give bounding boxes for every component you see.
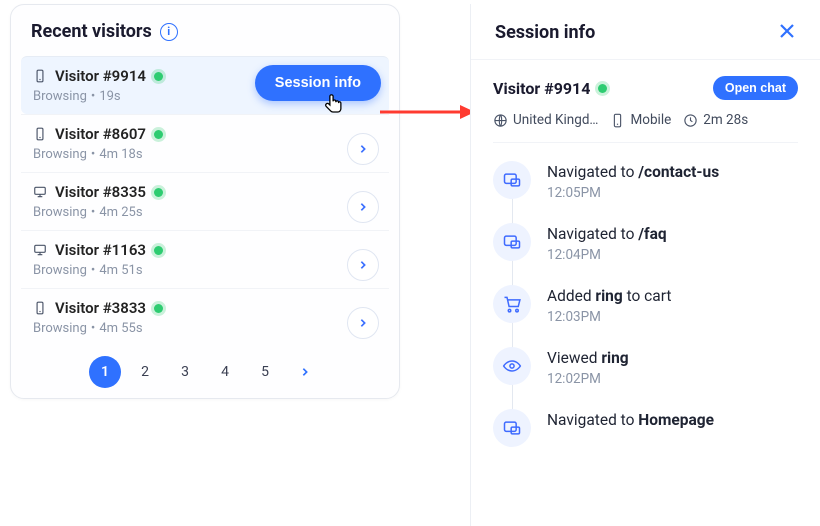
navigate-icon <box>493 161 531 199</box>
visitor-row[interactable]: Visitor #3833 Browsing•4m 55s <box>21 288 389 346</box>
mobile-icon <box>610 113 625 128</box>
online-dot-icon <box>154 72 163 81</box>
session-info-header: Session info <box>471 4 820 60</box>
timeline-item: Navigated to /contact-us 12:05PM <box>493 161 798 201</box>
timeline-time: 12:04PM <box>547 247 667 263</box>
timeline-title: Viewed ring <box>547 349 629 367</box>
meta-duration: 2m 28s <box>683 112 748 128</box>
visitor-subtext: Browsing•4m 18s <box>33 147 379 162</box>
recent-visitors-title: Recent visitors <box>31 21 152 42</box>
online-dot-icon <box>154 246 163 255</box>
page-1[interactable]: 1 <box>89 356 121 388</box>
timeline-title: Added ring to cart <box>547 287 671 305</box>
visitor-row[interactable]: Visitor #1163 Browsing•4m 51s <box>21 230 389 288</box>
timeline-item: Navigated to Homepage <box>493 409 798 447</box>
clock-icon <box>683 113 698 128</box>
desktop-icon <box>33 185 47 199</box>
expand-visitor-button[interactable] <box>347 307 379 339</box>
visitors-list: Visitor #9914 Browsing•19s Session info … <box>11 56 399 346</box>
desktop-icon <box>33 243 47 257</box>
timeline-title: Navigated to /contact-us <box>547 163 719 181</box>
navigate-icon <box>493 223 531 261</box>
visitor-subtext: Browsing•4m 51s <box>33 263 379 278</box>
page-2[interactable]: 2 <box>129 356 161 388</box>
visitor-subtext: Browsing•4m 55s <box>33 321 379 336</box>
timeline-time: 12:05PM <box>547 185 719 201</box>
session-visitor-name: Visitor #9914 <box>493 79 607 98</box>
page-next[interactable] <box>289 356 321 388</box>
eye-icon <box>493 347 531 385</box>
expand-visitor-button[interactable] <box>347 249 379 281</box>
visitor-name: Visitor #9914 <box>55 67 146 85</box>
cart-icon <box>493 285 531 323</box>
online-dot-icon <box>154 130 163 139</box>
online-dot-icon <box>154 304 163 313</box>
mobile-icon <box>33 127 47 141</box>
recent-visitors-card: Recent visitors i Visitor #9914 Browsing… <box>10 4 400 399</box>
globe-icon <box>493 113 508 128</box>
meta-location: United Kingd… <box>493 112 598 128</box>
meta-device: Mobile <box>610 112 671 128</box>
timeline-title: Navigated to Homepage <box>547 411 714 429</box>
info-icon[interactable]: i <box>160 23 178 41</box>
mobile-icon <box>33 69 47 83</box>
expand-visitor-button[interactable] <box>347 133 379 165</box>
visitor-subtext: Browsing•4m 25s <box>33 205 379 220</box>
visitor-row[interactable]: Visitor #8607 Browsing•4m 18s <box>21 114 389 172</box>
visitor-name: Visitor #8335 <box>55 183 146 201</box>
visitor-row[interactable]: Visitor #9914 Browsing•19s Session info <box>21 56 389 114</box>
close-icon[interactable] <box>778 22 796 43</box>
session-visitor-header: Visitor #9914 Open chat <box>493 76 798 100</box>
page-3[interactable]: 3 <box>169 356 201 388</box>
session-info-button[interactable]: Session info <box>255 65 381 101</box>
flow-arrow-icon <box>380 102 475 126</box>
pagination: 1 2 3 4 5 <box>11 346 399 390</box>
visitor-name: Visitor #8607 <box>55 125 146 143</box>
open-chat-button[interactable]: Open chat <box>713 76 798 100</box>
timeline-item: Added ring to cart 12:03PM <box>493 285 798 325</box>
online-dot-icon <box>598 84 607 93</box>
page-4[interactable]: 4 <box>209 356 241 388</box>
visitor-name: Visitor #1163 <box>55 241 146 259</box>
recent-visitors-header: Recent visitors i <box>11 5 399 56</box>
navigate-icon <box>493 409 531 447</box>
timeline-item: Viewed ring 12:02PM <box>493 347 798 387</box>
timeline-time: 12:03PM <box>547 309 671 325</box>
activity-timeline: Navigated to /contact-us 12:05PM Navigat… <box>493 161 798 447</box>
timeline-item: Navigated to /faq 12:04PM <box>493 223 798 263</box>
session-info-panel: Session info Visitor #9914 Open chat Uni… <box>470 4 820 526</box>
online-dot-icon <box>154 188 163 197</box>
visitor-name: Visitor #3833 <box>55 299 146 317</box>
timeline-time: 12:02PM <box>547 371 629 387</box>
visitor-row[interactable]: Visitor #8335 Browsing•4m 25s <box>21 172 389 230</box>
timeline-title: Navigated to /faq <box>547 225 667 243</box>
expand-visitor-button[interactable] <box>347 191 379 223</box>
page-5[interactable]: 5 <box>249 356 281 388</box>
mobile-icon <box>33 301 47 315</box>
session-meta: United Kingd… Mobile 2m 28s <box>493 112 798 143</box>
session-info-title: Session info <box>495 22 595 43</box>
